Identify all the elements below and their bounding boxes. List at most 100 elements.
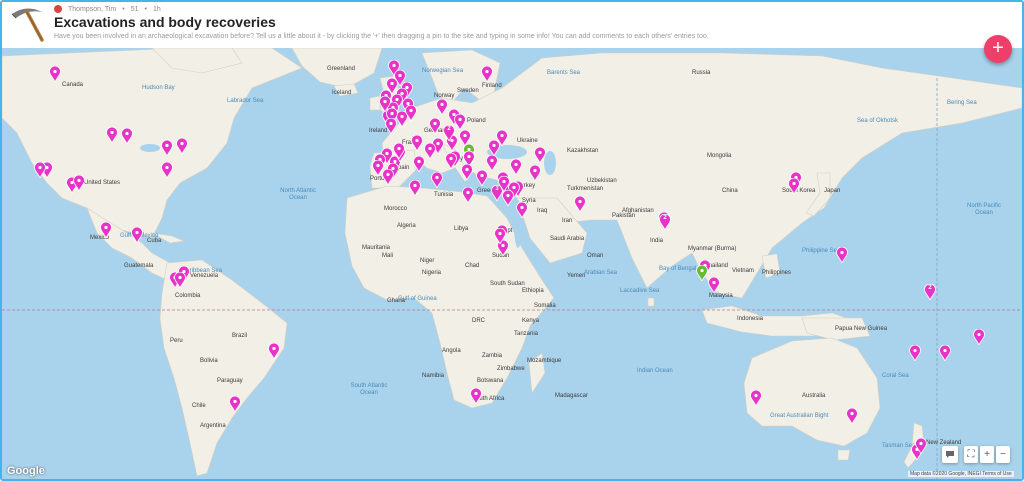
country-label: Pakistan — [612, 213, 636, 219]
map-pin[interactable] — [461, 164, 473, 180]
map-pin[interactable] — [379, 96, 391, 112]
map-pin[interactable] — [516, 202, 528, 218]
map-pin[interactable] — [708, 277, 720, 293]
map-pin[interactable] — [470, 388, 482, 404]
map-pin[interactable] — [915, 438, 927, 454]
australia-land — [743, 337, 881, 447]
map-pin[interactable] — [534, 147, 546, 163]
map-pin[interactable] — [382, 169, 394, 185]
fullscreen-button[interactable]: ⛶ — [964, 446, 978, 463]
country-label: Uzbekistan — [587, 178, 617, 184]
map-pin[interactable] — [574, 196, 586, 212]
pin-marker-icon — [696, 265, 708, 281]
map-pin[interactable] — [409, 180, 421, 196]
map-pin[interactable]: 2 — [924, 284, 936, 300]
country-label: Philippines — [762, 270, 792, 276]
map-pin[interactable] — [229, 396, 241, 412]
map-pin[interactable] — [909, 345, 921, 361]
country-label: Chile — [192, 403, 206, 409]
pin-marker-icon — [176, 138, 188, 154]
map-pin[interactable] — [100, 222, 112, 238]
map-pin[interactable] — [268, 343, 280, 359]
country-label: China — [722, 188, 738, 194]
map-pin[interactable] — [445, 153, 457, 169]
country-label: Oman — [587, 253, 604, 259]
map-pin[interactable] — [405, 105, 417, 121]
country-label: Chad — [465, 263, 480, 269]
map-pin[interactable] — [836, 247, 848, 263]
map-pin[interactable] — [529, 165, 541, 181]
ocean-label: Arabian Sea — [584, 270, 618, 276]
pin-marker-icon — [836, 247, 848, 263]
country-label: Paraguay — [217, 378, 243, 384]
map-pin[interactable] — [436, 99, 448, 115]
map-pin[interactable] — [34, 162, 46, 178]
pin-marker-icon — [939, 345, 951, 361]
map-pin[interactable] — [424, 143, 436, 159]
map-pin[interactable] — [49, 66, 61, 82]
map-pin[interactable] — [973, 329, 985, 345]
map-pin[interactable] — [462, 187, 474, 203]
pin-marker-icon — [708, 277, 720, 293]
map-pin[interactable] — [174, 272, 186, 288]
pin-marker-icon — [445, 153, 457, 169]
map-pin[interactable] — [431, 172, 443, 188]
ocean-label: Bay of Bengal — [659, 266, 697, 272]
pin-count: 2 — [447, 126, 451, 132]
map-pin[interactable] — [488, 140, 500, 156]
map-pin[interactable] — [411, 135, 423, 151]
country-label: United States — [84, 180, 121, 186]
world-map[interactable]: Canada United States Mexico Cuba Guatemala Ve… — [2, 48, 1022, 479]
pin-marker-icon — [106, 127, 118, 143]
map-pin[interactable] — [161, 162, 173, 178]
map-pin[interactable] — [476, 170, 488, 186]
map-pin[interactable]: 2 — [443, 125, 455, 141]
country-label: Iraq — [537, 208, 548, 214]
zoom-out-button[interactable]: − — [996, 446, 1010, 463]
map-pin[interactable] — [176, 138, 188, 154]
map-pin[interactable] — [788, 178, 800, 194]
author-avatar[interactable] — [54, 5, 62, 13]
map-pin[interactable] — [502, 190, 514, 206]
map-pin[interactable] — [429, 118, 441, 134]
google-logo[interactable]: Google — [7, 465, 45, 477]
country-label: India — [650, 238, 664, 244]
map-pin[interactable] — [106, 127, 118, 143]
map-pin[interactable] — [486, 155, 498, 171]
map-attribution[interactable]: Map data ©2020 Google, INEGI Terms of Us… — [908, 471, 1014, 477]
map-pin[interactable] — [494, 228, 506, 244]
map-pin[interactable] — [454, 114, 466, 130]
country-label: Malaysia — [709, 293, 733, 299]
map-pin[interactable] — [750, 390, 762, 406]
map-pin[interactable] — [498, 176, 510, 192]
map-pin[interactable] — [131, 227, 143, 243]
map-pin[interactable] — [393, 143, 405, 159]
map-pin[interactable] — [121, 128, 133, 144]
pin-marker-icon — [405, 105, 417, 121]
zoom-in-button[interactable]: + — [980, 446, 994, 463]
map-pin[interactable] — [846, 408, 858, 424]
ocean-label: Labrador Sea — [227, 98, 264, 104]
ocean-label: Gulf of Guinea — [398, 296, 437, 302]
map-pin[interactable] — [939, 345, 951, 361]
map-pin[interactable] — [73, 175, 85, 191]
map-pin[interactable] — [481, 66, 493, 82]
map-pin[interactable] — [385, 118, 397, 134]
board-header: Thompson, Tim • 51 • 1h Excavations and … — [2, 2, 1022, 48]
map-pin[interactable] — [696, 265, 708, 281]
add-post-button[interactable]: + — [984, 35, 1012, 63]
country-label: Poland — [467, 118, 486, 124]
map-pin[interactable] — [413, 156, 425, 172]
pin-marker-icon — [476, 170, 488, 186]
map-pin[interactable] — [161, 140, 173, 156]
author-name[interactable]: Thompson, Tim — [68, 6, 116, 13]
comment-toggle-button[interactable] — [942, 446, 958, 463]
country-label: Mongolia — [707, 153, 732, 159]
pin-marker-icon — [788, 178, 800, 194]
map-pin[interactable]: 2 — [659, 214, 671, 230]
country-label: Indonesia — [737, 316, 764, 322]
country-label: Tanzania — [514, 331, 539, 337]
country-label: Sweden — [457, 88, 479, 94]
map-pin[interactable] — [510, 159, 522, 175]
country-label: Brazil — [232, 333, 248, 339]
